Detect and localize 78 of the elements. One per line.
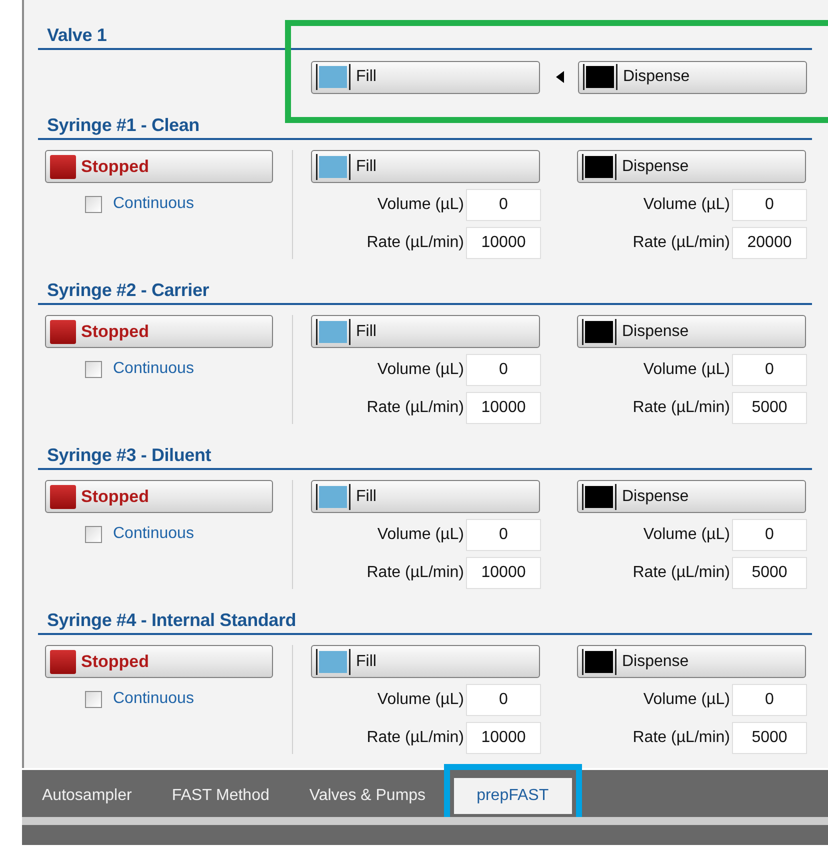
volume-label: Volume (µL) — [377, 196, 464, 214]
stop-icon — [50, 154, 76, 178]
checkbox-label: Continuous — [113, 360, 194, 378]
rate-label: Rate (µL/min) — [366, 729, 464, 747]
checkbox[interactable] — [85, 526, 102, 542]
rate-label: Rate (µL/min) — [632, 234, 730, 252]
rate-label: Rate (µL/min) — [366, 564, 464, 582]
stop-button[interactable]: Stopped — [45, 150, 273, 183]
tab[interactable]: Autosampler — [22, 778, 152, 814]
dispense-button[interactable]: Dispense — [577, 150, 806, 183]
volume-label: Volume (µL) — [377, 361, 464, 379]
tab[interactable]: Valves & Pumps — [289, 778, 446, 814]
volume-field[interactable]: 0 — [732, 519, 807, 551]
fill-button[interactable]: Fill — [311, 60, 540, 94]
checkbox-label: Continuous — [113, 525, 194, 543]
volume-field[interactable]: 0 — [732, 189, 807, 221]
section-title: Valve 1 — [47, 24, 107, 47]
volume-field[interactable]: 0 — [466, 684, 541, 716]
section-title: Syringe #2 - Carrier — [47, 279, 210, 302]
volume-label: Volume (µL) — [377, 691, 464, 709]
rate-label: Rate (µL/min) — [632, 729, 730, 747]
swatch-icon — [582, 154, 618, 180]
volume-field[interactable]: 0 — [466, 354, 541, 386]
triangle-left-icon — [556, 71, 564, 83]
rate-label: Rate (µL/min) — [366, 234, 464, 252]
stop-button[interactable]: Stopped — [45, 645, 273, 678]
swatch-icon — [316, 648, 352, 674]
rate-field[interactable]: 5000 — [732, 392, 807, 424]
tab[interactable]: prepFAST — [454, 778, 572, 814]
swatch-icon — [582, 484, 618, 510]
tab[interactable]: FAST Method — [152, 778, 290, 814]
checkbox-label: Continuous — [113, 690, 194, 708]
swatch-icon — [582, 648, 618, 674]
rate-label: Rate (µL/min) — [366, 399, 464, 417]
fill-button[interactable]: Fill — [311, 480, 540, 513]
volume-label: Volume (µL) — [643, 691, 730, 709]
dispense-button[interactable]: Dispense — [578, 60, 807, 94]
stop-icon — [50, 484, 76, 508]
volume-field[interactable]: 0 — [466, 189, 541, 221]
dispense-button[interactable]: Dispense — [577, 315, 806, 348]
rate-label: Rate (µL/min) — [632, 564, 730, 582]
checkbox[interactable] — [85, 196, 102, 212]
volume-field[interactable]: 0 — [732, 684, 807, 716]
swatch-icon — [316, 318, 352, 344]
swatch-icon — [582, 318, 618, 344]
rate-field[interactable]: 10000 — [466, 722, 541, 754]
swatch-icon — [316, 484, 352, 510]
stop-button[interactable]: Stopped — [45, 480, 273, 513]
checkbox[interactable] — [85, 360, 102, 378]
section-title: Syringe #4 - Internal Standard — [47, 609, 296, 632]
volume-label: Volume (µL) — [643, 196, 730, 214]
swatch-icon — [583, 64, 619, 90]
stop-button[interactable]: Stopped — [45, 315, 273, 348]
rate-field[interactable]: 20000 — [732, 227, 807, 259]
rate-field[interactable]: 5000 — [732, 557, 807, 589]
dispense-button[interactable]: Dispense — [577, 480, 806, 513]
section-title: Syringe #3 - Diluent — [47, 444, 212, 467]
rate-field[interactable]: 5000 — [732, 722, 807, 754]
rate-field[interactable]: 10000 — [466, 392, 541, 424]
volume-field[interactable]: 0 — [732, 354, 807, 386]
fill-button[interactable]: Fill — [311, 645, 540, 678]
dispense-button[interactable]: Dispense — [577, 645, 806, 678]
stop-icon — [50, 650, 76, 674]
stop-icon — [50, 320, 76, 344]
rate-label: Rate (µL/min) — [632, 399, 730, 417]
volume-label: Volume (µL) — [377, 526, 464, 544]
swatch-icon — [316, 64, 352, 90]
section-title: Syringe #1 - Clean — [47, 114, 200, 137]
volume-label: Volume (µL) — [643, 526, 730, 544]
volume-field[interactable]: 0 — [466, 519, 541, 551]
checkbox[interactable] — [85, 690, 102, 708]
fill-button[interactable]: Fill — [311, 150, 540, 183]
checkbox-label: Continuous — [113, 195, 194, 213]
volume-label: Volume (µL) — [643, 361, 730, 379]
rate-field[interactable]: 10000 — [466, 227, 541, 259]
fill-button[interactable]: Fill — [311, 315, 540, 348]
rate-field[interactable]: 10000 — [466, 557, 541, 589]
swatch-icon — [316, 154, 352, 180]
